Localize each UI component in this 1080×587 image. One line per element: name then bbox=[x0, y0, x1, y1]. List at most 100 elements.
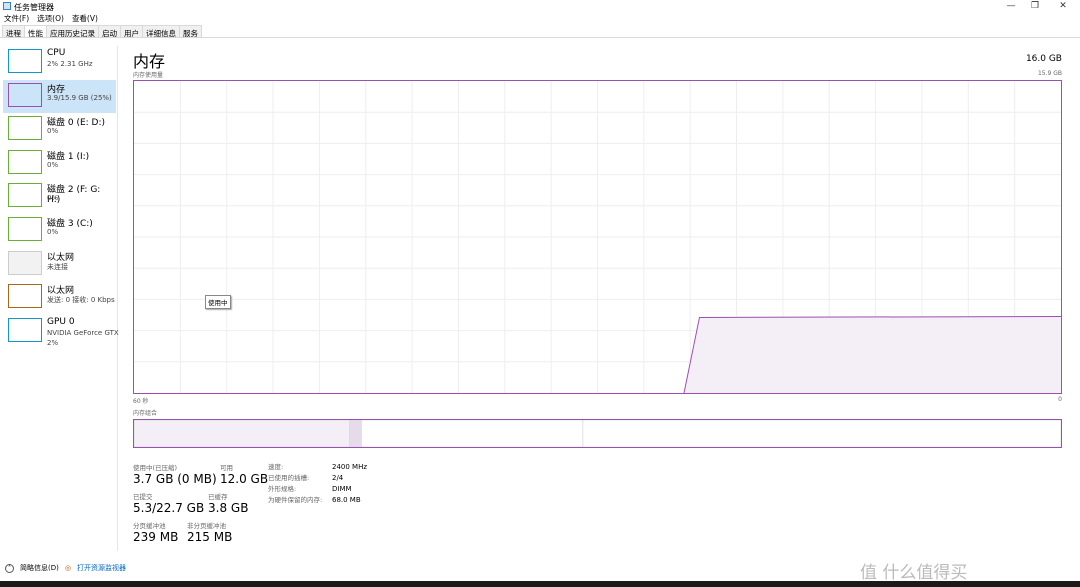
footer: ˄ 简略信息(D) ◎ 打开资源监视器 bbox=[0, 560, 126, 576]
reserved-label: 为硬件保留的内存: bbox=[268, 496, 323, 504]
tab-users[interactable]: 用户 bbox=[120, 25, 143, 38]
sidebar-item[interactable]: 磁盘 0 (E: D:) 0% bbox=[3, 113, 116, 146]
paged-label: 分页缓冲池 bbox=[133, 522, 166, 530]
usage-area bbox=[684, 316, 1061, 393]
total-memory: 16.0 GB bbox=[1025, 54, 1062, 64]
sidebar-item-detail: 0% bbox=[47, 160, 59, 169]
in-use-value: 3.7 GB (0 MB) bbox=[133, 472, 217, 486]
sidebar-thumbnail bbox=[8, 116, 42, 141]
committed-label: 已提交 bbox=[133, 493, 153, 501]
watermark: 值 什么值得买 bbox=[860, 563, 968, 583]
composition-svg bbox=[133, 419, 1062, 448]
sidebar-item[interactable]: GPU 0 NVIDIA GeForce GTX 2% bbox=[3, 315, 119, 348]
tooltip: 使用中 bbox=[205, 295, 231, 309]
close-button[interactable]: ✕ bbox=[1052, 0, 1074, 12]
composition-label: 内存组合 bbox=[133, 410, 158, 417]
sidebar-item[interactable]: 以太网 发送: 0 接收: 0 Kbps bbox=[3, 281, 116, 314]
composition-standby bbox=[361, 419, 584, 448]
form-label: 外形规格: bbox=[268, 485, 297, 493]
restore-button[interactable]: ❐ bbox=[1024, 0, 1046, 12]
open-resource-monitor-link[interactable]: 打开资源监视器 bbox=[77, 563, 126, 573]
tab-startup[interactable]: 启动 bbox=[98, 25, 121, 38]
composition-in_use bbox=[133, 419, 350, 448]
stat-committed: 已提交 5.3/22.7 GB bbox=[133, 491, 204, 515]
sidebar-item-detail: 未连接 bbox=[47, 262, 68, 271]
sidebar-thumbnail bbox=[8, 284, 42, 309]
sidebar-item[interactable]: 以太网 未连接 bbox=[3, 248, 116, 281]
memory-composition-bar bbox=[133, 419, 1062, 448]
reserved-value: 68.0 MB bbox=[332, 496, 361, 504]
menu-bar: 文件(F) 选项(O) 查看(V) bbox=[0, 13, 98, 24]
app-icon bbox=[3, 2, 11, 10]
tab-performance[interactable]: 性能 bbox=[24, 25, 47, 38]
cached-value: 3.8 GB bbox=[208, 501, 249, 515]
stat-paged: 分页缓冲池 239 MB bbox=[133, 520, 178, 544]
minimize-button[interactable]: — bbox=[1000, 0, 1022, 12]
sidebar-item-detail: 2% 2.31 GHz bbox=[47, 60, 93, 68]
menu-options[interactable]: 选项(O) bbox=[37, 13, 64, 24]
stat-nonpaged: 非分页缓冲池 215 MB bbox=[187, 520, 232, 544]
sidebar-item[interactable]: CPU 2% 2.31 GHz bbox=[3, 46, 116, 79]
paged-value: 239 MB bbox=[133, 530, 179, 544]
sidebar-item[interactable]: 内存 3.9/15.9 GB (25%) bbox=[3, 79, 116, 113]
summary-toggle[interactable]: 简略信息(D) bbox=[20, 563, 59, 573]
sidebar-thumbnail bbox=[8, 82, 42, 107]
usage-label: 内存使用量 bbox=[133, 72, 164, 79]
speed-label: 速度: bbox=[268, 463, 284, 471]
sidebar-thumbnail bbox=[8, 183, 42, 208]
in-use-label: 使用中(已压缩) bbox=[133, 464, 178, 472]
sidebar-item-detail: NVIDIA GeForce GTX bbox=[47, 328, 119, 337]
spec-labels: 速度: 已使用的插槽: 外形规格: 为硬件保留的内存: bbox=[268, 462, 322, 506]
tab-app-history[interactable]: 应用历史记录 bbox=[46, 25, 99, 38]
sidebar-thumbnail bbox=[8, 49, 42, 73]
tab-services[interactable]: 服务 bbox=[179, 25, 202, 38]
sidebar-thumbnail bbox=[8, 317, 42, 342]
memory-usage-graph bbox=[133, 80, 1062, 394]
sidebar-item-detail: 0% bbox=[47, 194, 59, 203]
form-value: DIMM bbox=[332, 485, 352, 493]
window-title: 任务管理器 bbox=[14, 3, 54, 12]
time-right-label: 0 bbox=[1058, 396, 1062, 403]
slots-label: 已使用的插槽: bbox=[268, 474, 310, 482]
resource-monitor-icon: ◎ bbox=[64, 564, 71, 572]
title-bar: 任务管理器 — ❐ ✕ bbox=[0, 0, 1080, 12]
speed-value: 2400 MHz bbox=[332, 463, 368, 471]
tab-bar: 进程 性能 应用历史记录 启动 用户 详细信息 服务 bbox=[0, 25, 1080, 38]
sidebar-item-detail: 发送: 0 接收: 0 Kbps bbox=[47, 296, 115, 305]
resource-sidebar: CPU 2% 2.31 GHz 内存 3.9/15.9 GB (25%) 磁盘 … bbox=[0, 46, 119, 551]
sidebar-item-detail: 3.9/15.9 GB (25%) bbox=[47, 93, 112, 102]
composition-modified bbox=[349, 419, 362, 448]
cached-label: 已缓存 bbox=[208, 493, 228, 501]
sidebar-item-name: GPU 0 bbox=[47, 316, 75, 327]
nonpaged-value: 215 MB bbox=[187, 530, 233, 544]
taskbar bbox=[0, 581, 1080, 587]
spec-values: 2400 MHz 2/4 DIMM 68.0 MB bbox=[332, 462, 367, 506]
stat-in-use: 使用中(已压缩) 3.7 GB (0 MB) bbox=[133, 462, 217, 486]
sidebar-item[interactable]: 磁盘 1 (I:) 0% bbox=[3, 147, 116, 180]
sidebar-thumbnail bbox=[8, 217, 42, 241]
sidebar-item-detail2: 2% bbox=[47, 338, 59, 347]
sidebar-item-detail: 0% bbox=[47, 228, 59, 236]
stat-cached: 已缓存 3.8 GB bbox=[208, 491, 248, 515]
nonpaged-label: 非分页缓冲池 bbox=[187, 522, 226, 530]
sidebar-item-detail: 0% bbox=[47, 127, 59, 136]
tab-details[interactable]: 详细信息 bbox=[142, 25, 180, 38]
committed-value: 5.3/22.7 GB bbox=[133, 501, 205, 515]
chevron-up-icon[interactable]: ˄ bbox=[5, 563, 14, 573]
menu-view[interactable]: 查看(V) bbox=[72, 13, 98, 24]
tab-processes[interactable]: 进程 bbox=[2, 25, 25, 38]
sidebar-thumbnail bbox=[8, 149, 42, 174]
composition-free bbox=[582, 419, 1062, 448]
usage-graph-svg bbox=[134, 81, 1062, 394]
available-value: 12.0 GB bbox=[220, 472, 269, 486]
sidebar-thumbnail bbox=[8, 250, 42, 275]
menu-file[interactable]: 文件(F) bbox=[4, 13, 29, 24]
sidebar-item[interactable]: 磁盘 2 (F: G: H:) 0% bbox=[3, 180, 116, 213]
usage-max: 15.9 GB bbox=[1037, 70, 1062, 77]
stat-available: 可用 12.0 GB bbox=[220, 462, 268, 486]
available-label: 可用 bbox=[220, 464, 233, 472]
time-left-label: 60 秒 bbox=[133, 398, 149, 405]
sidebar-item[interactable]: 磁盘 3 (C:) 0% bbox=[3, 214, 116, 247]
slots-value: 2/4 bbox=[332, 474, 344, 482]
page-title: 内存 bbox=[133, 52, 166, 71]
